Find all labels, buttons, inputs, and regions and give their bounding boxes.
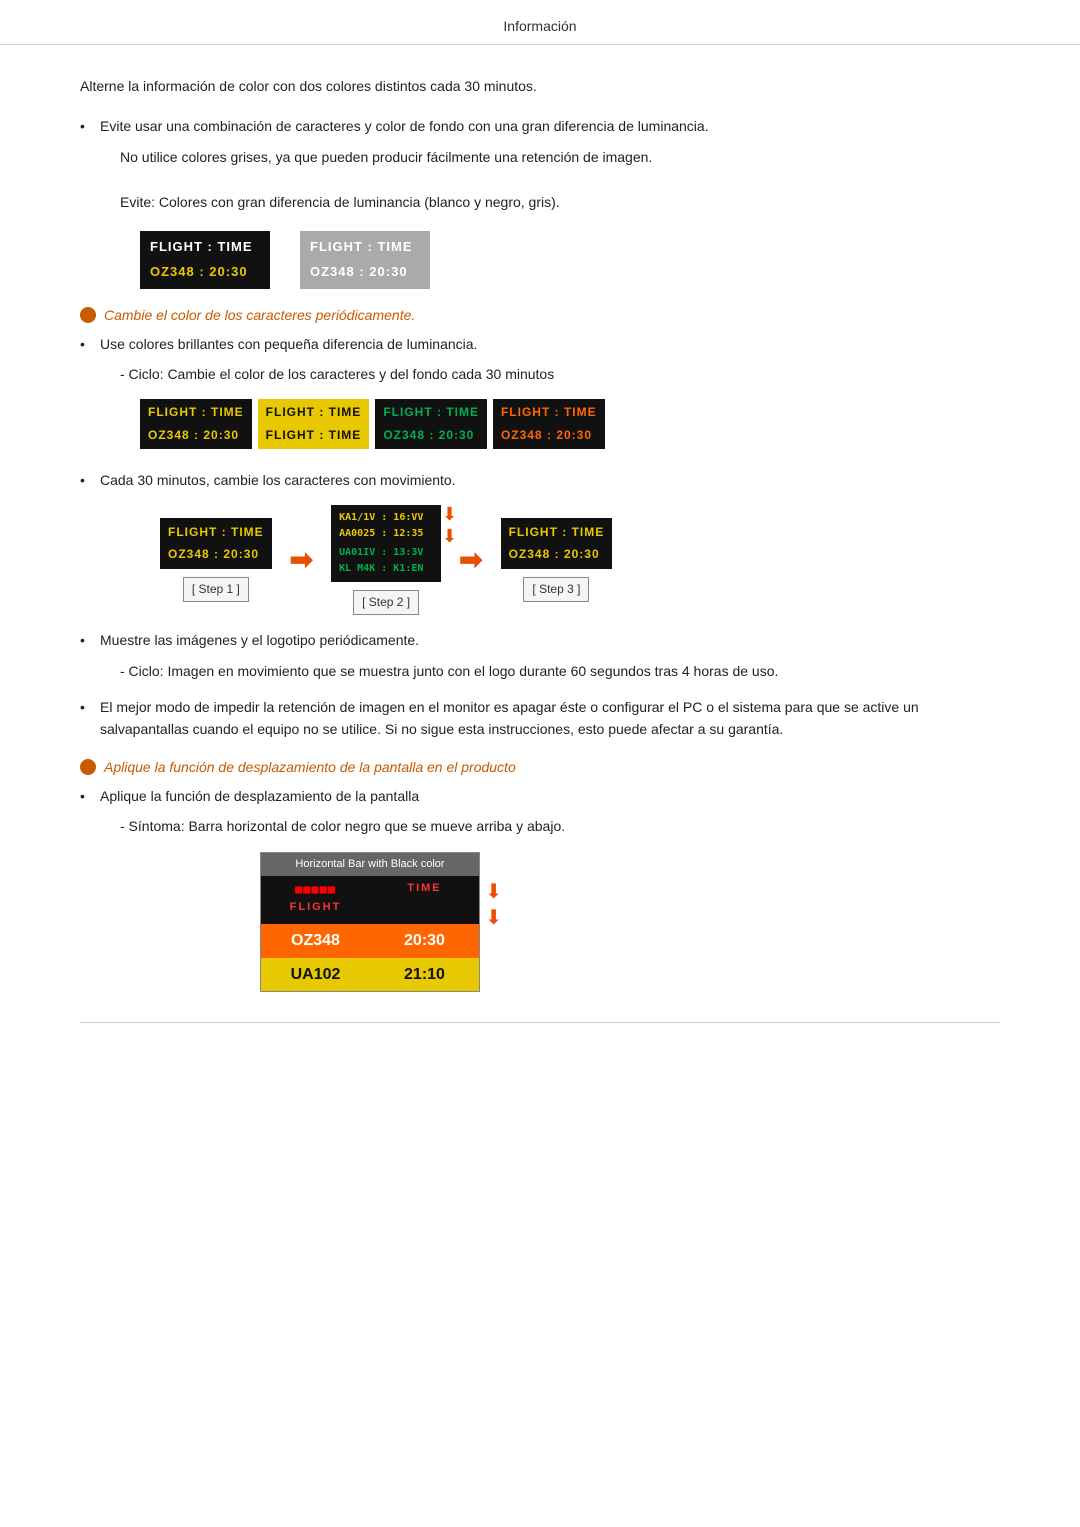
hbar-data-row1: OZ348 20:30 (261, 924, 479, 958)
list-item-3: Cada 30 minutos, cambie los caracteres c… (80, 469, 1000, 616)
demo-gray-row1: FLIGHT : TIME (310, 237, 420, 258)
hbar-header-c2: TIME (370, 876, 479, 921)
hbar-header-flight: FLIGHT (267, 899, 364, 917)
cycle-box2-r1: FLIGHT : TIME (266, 403, 362, 422)
list-item-2: Use colores brillantes con pequeña difer… (80, 333, 1000, 449)
hbar-box: Horizontal Bar with Black color ■■■■■ FL… (260, 852, 480, 993)
bullet3-text: Cada 30 minutos, cambie los caracteres c… (100, 472, 456, 488)
step2-arrows: ⬇ ⬇ (442, 505, 457, 545)
bullet2-text: Use colores brillantes con pequeña difer… (100, 336, 477, 352)
cycle-box-1: FLIGHT : TIME OZ348 : 20:30 (140, 399, 252, 448)
step1-r1: FLIGHT : TIME (168, 523, 264, 542)
italic-note-2: Aplique la función de desplazamiento de … (80, 759, 1000, 775)
step3-r2: OZ348 : 20:30 (509, 545, 605, 564)
demo-area-1: FLIGHT : TIME OZ348 : 20:30 FLIGHT : TIM… (140, 231, 1000, 289)
hbar-header-row: ■■■■■ FLIGHT TIME (261, 876, 479, 921)
main-list-2: Use colores brillantes con pequeña difer… (80, 333, 1000, 741)
sub3-text: - Ciclo: Cambie el color de los caracter… (120, 363, 1000, 385)
cycle-box-3: FLIGHT : TIME OZ348 : 20:30 (375, 399, 487, 448)
hbar-header-time: TIME (376, 880, 473, 898)
step3-label: [ Step 3 ] (523, 577, 589, 602)
page-footer (80, 1022, 1000, 1033)
cycle-demo: FLIGHT : TIME OZ348 : 20:30 FLIGHT : TIM… (140, 399, 1000, 448)
sub-indent-4: - Ciclo: Imagen en movimiento que se mue… (120, 660, 1000, 682)
hbar-data-row2: UA102 21:10 (261, 958, 479, 992)
cycle-box3-r2: OZ348 : 20:30 (383, 426, 479, 445)
sub1-text: No utilice colores grises, ya que pueden… (120, 146, 1000, 168)
cycle-box2-r2: FLIGHT : TIME (266, 426, 362, 445)
step-box-2: KA1/1V : 16:VVAA0025 : 12:35 UA01IV : 13… (331, 505, 441, 615)
sub2-text: Evite: Colores con gran diferencia de lu… (120, 191, 1000, 213)
demo-dark-row2: OZ348 : 20:30 (150, 262, 260, 283)
cycle-box1-r2: OZ348 : 20:30 (148, 426, 244, 445)
sub-indent-2: - Ciclo: Cambie el color de los caracter… (120, 363, 1000, 385)
page-header: Información (0, 0, 1080, 45)
cycle-box3-r1: FLIGHT : TIME (383, 403, 479, 422)
step-demo: FLIGHT : TIME OZ348 : 20:30 [ Step 1 ] ➡… (160, 505, 1000, 615)
demo-box-dark: FLIGHT : TIME OZ348 : 20:30 (140, 231, 270, 289)
demo-gray-row2: OZ348 : 20:30 (310, 262, 420, 283)
main-list: Evite usar una combinación de caracteres… (80, 115, 1000, 288)
cycle-box4-r1: FLIGHT : TIME (501, 403, 597, 422)
cycle-box-4: FLIGHT : TIME OZ348 : 20:30 (493, 399, 605, 448)
demo-box-gray: FLIGHT : TIME OZ348 : 20:30 (300, 231, 430, 289)
cycle-box1-r1: FLIGHT : TIME (148, 403, 244, 422)
sub5-text: - Síntoma: Barra horizontal de color neg… (120, 815, 1000, 837)
hbar-arrows: ⬇ ⬇ (485, 882, 502, 928)
step2-arrow-down2: ⬇ (442, 527, 457, 545)
intro-para1: Alterne la información de color con dos … (80, 75, 1000, 97)
hbar-container: Horizontal Bar with Black color ■■■■■ FL… (260, 852, 480, 993)
list-item-6: Aplique la función de desplazamiento de … (80, 785, 1000, 992)
step-box-1: FLIGHT : TIME OZ348 : 20:30 [ Step 1 ] (160, 518, 272, 603)
step2-arrow-down1: ⬇ (442, 505, 457, 523)
cycle-box-2: FLIGHT : TIME FLIGHT : TIME (258, 399, 370, 448)
step2-display: KA1/1V : 16:VVAA0025 : 12:35 UA01IV : 13… (331, 505, 441, 582)
bullet6-text: Aplique la función de desplazamiento de … (100, 788, 419, 804)
bullet5-text: El mejor modo de impedir la retención de… (100, 699, 919, 737)
hbar-row1-c2: 20:30 (370, 924, 479, 958)
italic-text-1: Cambie el color de los caracteres periód… (104, 307, 415, 323)
list-item-1: Evite usar una combinación de caracteres… (80, 115, 1000, 288)
demo-dark-row1: FLIGHT : TIME (150, 237, 260, 258)
step3-r1: FLIGHT : TIME (509, 523, 605, 542)
hbar-row1-c1: OZ348 (261, 924, 370, 958)
step1-display: FLIGHT : TIME OZ348 : 20:30 (160, 518, 272, 569)
hbar-arrow-down1: ⬇ (485, 882, 502, 902)
hbar-title: Horizontal Bar with Black color (261, 853, 479, 877)
step2-label: [ Step 2 ] (353, 590, 419, 615)
step-box-3: FLIGHT : TIME OZ348 : 20:30 [ Step 3 ] (501, 518, 613, 603)
sub-indent-1: No utilice colores grises, ya que pueden… (120, 146, 1000, 213)
hbar-header-c1: ■■■■■ FLIGHT (261, 876, 370, 921)
hbar-demo: Horizontal Bar with Black color ■■■■■ FL… (260, 852, 1000, 993)
bullet1-text: Evite usar una combinación de caracteres… (100, 118, 709, 134)
cycle-box4-r2: OZ348 : 20:30 (501, 426, 597, 445)
step1-r2: OZ348 : 20:30 (168, 545, 264, 564)
step2-r2: UA01IV : 13:3VKL M4K : K1:EN (339, 545, 433, 577)
italic-note-1: Cambie el color de los caracteres periód… (80, 307, 1000, 323)
sub4-text: - Ciclo: Imagen en movimiento que se mue… (120, 660, 1000, 682)
step-arrow-1: ➡ (290, 538, 313, 583)
italic-text-2: Aplique la función de desplazamiento de … (104, 759, 516, 775)
list-item-5: El mejor modo de impedir la retención de… (80, 696, 1000, 741)
step-arrow-2: ➡ (459, 538, 482, 583)
step1-label: [ Step 1 ] (183, 577, 249, 602)
hbar-arrow-down2: ⬇ (485, 908, 502, 928)
sub-indent-5: - Síntoma: Barra horizontal de color neg… (120, 815, 1000, 837)
main-list-3: Aplique la función de desplazamiento de … (80, 785, 1000, 992)
page-content: Alterne la información de color con dos … (0, 45, 1080, 1073)
step3-display: FLIGHT : TIME OZ348 : 20:30 (501, 518, 613, 569)
hbar-row2-c1: UA102 (261, 958, 370, 992)
orange-circle-icon (80, 307, 96, 323)
page-title: Información (503, 18, 576, 34)
orange-circle-icon-2 (80, 759, 96, 775)
list-item-4: Muestre las imágenes y el logotipo perió… (80, 629, 1000, 682)
hbar-row2-c2: 21:10 (370, 958, 479, 992)
step2-r1: KA1/1V : 16:VVAA0025 : 12:35 (339, 510, 433, 542)
bullet4-text: Muestre las imágenes y el logotipo perió… (100, 632, 419, 648)
